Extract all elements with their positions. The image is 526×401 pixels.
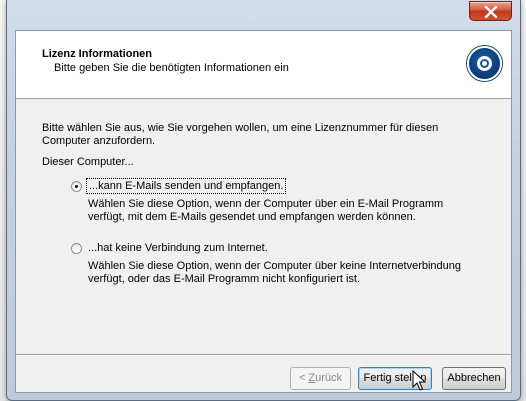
computer-label: Dieser Computer...: [42, 156, 134, 168]
option-email-label[interactable]: ...kann E-Mails senden und empfangen.: [85, 178, 287, 194]
header-subtitle: Bitte geben Sie die benötigten Informati…: [54, 62, 289, 74]
radio-email[interactable]: [71, 181, 82, 192]
title-bar[interactable]: [7, 0, 520, 30]
intro-text: Bitte wählen Sie aus, wie Sie vorgehen w…: [42, 122, 439, 147]
option-offline-label[interactable]: ...hat keine Verbindung zum Internet.: [88, 242, 268, 254]
footer-separator: [16, 354, 511, 356]
logo-center-dot: [482, 61, 487, 66]
radio-offline[interactable]: [71, 243, 82, 254]
back-button-rest: urück: [315, 372, 343, 384]
cancel-button[interactable]: Abbrechen: [442, 367, 506, 390]
close-button[interactable]: [469, 1, 512, 21]
close-icon: [484, 6, 498, 18]
option-email-description: Wählen Sie diese Option, wenn der Comput…: [88, 198, 444, 223]
back-button-prefix: <: [298, 372, 309, 384]
disc-logo-icon: [467, 46, 502, 81]
wizard-header: Lizenz Informationen Bitte geben Sie die…: [16, 31, 511, 99]
dialog-client-area: Lizenz Informationen Bitte geben Sie die…: [15, 30, 512, 393]
back-button[interactable]: < Zurück: [290, 367, 351, 390]
option-offline-description: Wählen Sie diese Option, wenn der Comput…: [88, 260, 462, 285]
header-title: Lizenz Informationen: [42, 48, 152, 60]
dialog-window: Lizenz Informationen Bitte geben Sie die…: [6, 0, 521, 401]
mouse-pointer-icon: [412, 370, 426, 391]
